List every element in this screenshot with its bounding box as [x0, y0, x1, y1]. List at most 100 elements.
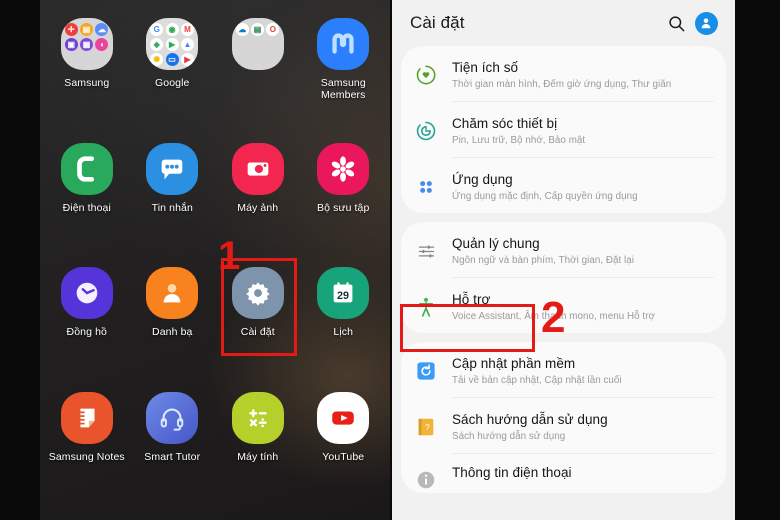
calculator-icon[interactable] — [231, 391, 284, 444]
phone-icon[interactable] — [60, 142, 113, 195]
wellbeing-heart-circle-glyph — [416, 65, 436, 85]
row-text: Thông tin điện thoại — [439, 463, 714, 481]
settings-row-user-manual[interactable]: ? Sách hướng dẫn sử dụng Sách hướng dẫn … — [401, 398, 726, 453]
app-icon-samsung-members[interactable]: Samsung Members — [301, 8, 387, 133]
update-refresh-glyph — [417, 362, 435, 380]
app-label: Danh bạ — [152, 326, 193, 338]
math-symbols-glyph — [249, 408, 267, 427]
calendar-glyph: 29 — [333, 282, 353, 303]
google-duo-icon: ▭ — [165, 53, 179, 66]
app-icon-youtube[interactable]: YouTube — [301, 382, 387, 507]
samsung-notes-icon[interactable] — [60, 391, 113, 444]
google-play-movies-icon: ▶ — [180, 53, 194, 66]
phone-handset-glyph — [76, 155, 94, 182]
row-text: Ứng dụng Ứng dụng mặc định, Cấp quyền ứn… — [439, 167, 714, 204]
gmail-icon: M — [180, 23, 194, 36]
app-label: Điện thoại — [62, 201, 111, 214]
app-icon-calendar[interactable]: 29 Lịch — [301, 257, 387, 382]
manual-question-mark: ? — [425, 422, 430, 432]
samsung-folder-icon[interactable]: ✛ ▤ ☁ ▣ ▦ ◖ — [60, 18, 113, 70]
google-folder-icon[interactable]: G ◉ M ◈ ▶ ▲ ✺ ▭ ▶ — [146, 18, 199, 70]
row-title: Tiện ích số — [452, 60, 519, 75]
settings-row-software-update[interactable]: Cập nhật phần mềm Tải về bản cập nhật, C… — [401, 342, 726, 397]
gallery-icon[interactable] — [317, 142, 370, 195]
office-icon: O — [266, 23, 280, 36]
device-care-circle-glyph — [416, 121, 436, 141]
row-title: Quản lý chung — [452, 236, 540, 251]
row-subtitle: Sách hướng dẫn sử dụng — [452, 431, 566, 442]
smart-tutor-icon[interactable] — [146, 391, 199, 444]
chrome-icon: ◉ — [165, 23, 179, 36]
app-icon-samsung-notes[interactable]: Samsung Notes — [44, 382, 130, 507]
software-update-icon — [413, 358, 439, 384]
row-subtitle: Ứng dụng mặc định, Cấp quyền ứng dụng — [452, 191, 638, 202]
settings-group-system: Cập nhật phần mềm Tải về bản cập nhật, C… — [401, 342, 726, 493]
settings-row-digital-wellbeing[interactable]: Tiện ích số Thời gian màn hình, Đếm giờ … — [401, 46, 726, 101]
camera-icon[interactable] — [231, 142, 284, 195]
samsung-members-icon[interactable] — [317, 18, 370, 70]
step-2-marker: 2 — [541, 293, 566, 342]
row-title: Hỗ trợ — [452, 292, 491, 307]
search-glyph — [668, 15, 684, 31]
row-subtitle: Pin, Lưu trữ, Bộ nhớ, Bảo mật — [452, 135, 586, 146]
account-avatar-icon[interactable] — [691, 8, 721, 38]
step-1-marker: 1 — [218, 234, 241, 278]
app-icon-samsung-folder[interactable]: ✛ ▤ ☁ ▣ ▦ ◖ Samsung — [44, 8, 130, 133]
app-icon-messages[interactable]: Tin nhắn — [130, 133, 216, 258]
app-label: Samsung — [64, 77, 110, 89]
four-dots-glyph — [420, 181, 432, 193]
app-label: Bộ sưu tập — [317, 201, 370, 214]
row-subtitle: Tải về bản cập nhật, Cập nhật lần cuối — [452, 375, 622, 386]
screenshot-root: ✛ ▤ ☁ ▣ ▦ ◖ Samsung G ◉ M ◈ ▶ ▲ ✺ ▭ ▶ Go… — [0, 0, 780, 520]
search-icon[interactable] — [661, 8, 691, 38]
app-icon-phone[interactable]: Điện thoại — [44, 133, 130, 258]
phone-info-icon — [413, 467, 439, 493]
app-icon-clock[interactable]: Đồng hồ — [44, 257, 130, 382]
device-care-icon — [413, 118, 439, 144]
speech-bubble-glyph — [161, 159, 183, 179]
camera-body-glyph — [247, 161, 269, 176]
settings-row-device-care[interactable]: Chăm sóc thiết bị Pin, Lưu trữ, Bộ nhớ, … — [401, 102, 726, 157]
calendar-icon[interactable]: 29 — [317, 267, 370, 319]
row-title: Cập nhật phần mềm — [452, 356, 576, 371]
settings-row-phone-info[interactable]: Thông tin điện thoại — [401, 454, 726, 493]
avatar — [694, 11, 718, 35]
page-title: Cài đặt — [410, 13, 465, 32]
settings-app[interactable]: Cài đặt Tiện ích số Thời gian màn hình, … — [392, 0, 735, 520]
app-icon-calculator[interactable]: Máy tính — [215, 382, 301, 507]
flower-glyph — [332, 155, 355, 182]
settings-row-general-management[interactable]: Quản lý chung Ngôn ngữ và bàn phím, Thời… — [401, 222, 726, 277]
app-icon-smart-tutor[interactable]: Smart Tutor — [130, 382, 216, 507]
app-icon-microsoft-folder[interactable]: ☁ ▤ O — [215, 8, 301, 133]
row-subtitle: Thời gian màn hình, Đếm giờ ứng dụng, Th… — [452, 79, 672, 90]
app-icon-gallery[interactable]: Bộ sưu tập — [301, 133, 387, 258]
row-title: Ứng dụng — [452, 172, 513, 187]
calendar-day-number: 29 — [337, 290, 349, 302]
microsoft-folder-icon[interactable]: ☁ ▤ O — [231, 18, 284, 70]
app-label: Lịch — [333, 326, 354, 338]
row-text: Tiện ích số Thời gian màn hình, Đếm giờ … — [439, 55, 714, 92]
onedrive-icon: ☁ — [235, 23, 249, 36]
samsung-health-icon: ✛ — [64, 23, 78, 36]
samsung-tv-icon: ◖ — [95, 38, 109, 51]
samsung-pay-icon: ▦ — [80, 38, 94, 51]
messages-icon[interactable] — [146, 142, 199, 195]
accessibility-icon — [413, 294, 439, 320]
contacts-icon[interactable] — [146, 267, 199, 319]
app-label: Cài đặt — [240, 326, 275, 338]
samsung-notes-icon: ▤ — [80, 23, 94, 36]
app-icon-contacts[interactable]: Danh bạ — [130, 257, 216, 382]
app-label: Smart Tutor — [144, 450, 201, 463]
settings-row-apps[interactable]: Ứng dụng Ứng dụng mặc định, Cấp quyền ứn… — [401, 158, 726, 213]
app-label: Tin nhắn — [151, 201, 193, 214]
youtube-icon[interactable] — [317, 391, 370, 444]
home-screen[interactable]: ✛ ▤ ☁ ▣ ▦ ◖ Samsung G ◉ M ◈ ▶ ▲ ✺ ▭ ▶ Go… — [40, 0, 390, 520]
manual-book-glyph: ? — [418, 418, 434, 436]
clock-icon[interactable] — [60, 267, 113, 319]
app-label: Samsung Notes — [48, 450, 125, 463]
app-icon-google-folder[interactable]: G ◉ M ◈ ▶ ▲ ✺ ▭ ▶ Google — [130, 8, 216, 133]
person-glyph — [163, 284, 181, 303]
row-subtitle: Voice Assistant, Âm thanh mono, menu Hỗ … — [452, 311, 655, 322]
accessibility-person-glyph — [418, 297, 434, 317]
play-store-icon: ▶ — [165, 38, 179, 51]
